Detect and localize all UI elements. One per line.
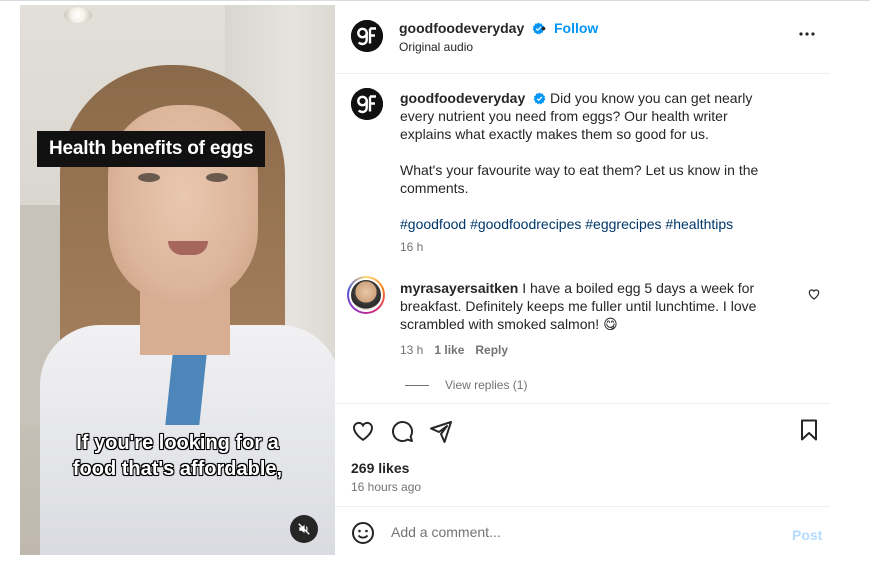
caption-hashtags[interactable]: #goodfood #goodfoodrecipes #eggrecipes #… [400, 215, 775, 233]
view-replies-button[interactable]: View replies (1) [405, 378, 527, 392]
header-username-text[interactable]: goodfoodeveryday [399, 20, 524, 36]
post-date: 16 hours ago [351, 480, 422, 494]
comment-icon [392, 421, 414, 443]
view-replies-text[interactable]: View replies (1) [445, 378, 527, 392]
bookmark-icon [801, 419, 817, 441]
commenter-avatar[interactable] [347, 276, 385, 314]
video-title-overlay: Health benefits of eggs [37, 131, 266, 167]
video-person-eye [138, 173, 160, 182]
action-bar [351, 418, 453, 444]
video-title-text: Health benefits of eggs [49, 138, 254, 159]
comment-username[interactable]: myrasayersaitken [400, 280, 518, 296]
like-button[interactable] [351, 419, 375, 443]
account-avatar[interactable] [351, 20, 383, 52]
original-audio-link[interactable]: Original audio [399, 40, 473, 54]
emoji-icon [352, 522, 374, 544]
comment-button[interactable] [390, 419, 414, 443]
heart-icon [352, 421, 374, 441]
share-button[interactable] [429, 419, 453, 443]
mute-icon [298, 523, 310, 535]
post-caption: goodfoodeveryday Did you know you can ge… [400, 89, 775, 251]
commenter-photo [351, 280, 381, 310]
save-button[interactable] [797, 418, 821, 442]
composer-divider [335, 506, 830, 507]
comment-input[interactable] [391, 524, 751, 540]
goodfood-logo-icon [351, 88, 383, 120]
caption-timestamp: 16 h [400, 240, 424, 254]
comments-divider [335, 403, 830, 404]
comment-time: 13 h [400, 343, 424, 357]
more-options-button[interactable] [797, 24, 817, 44]
header-separator: • [541, 20, 546, 36]
header-divider [335, 73, 830, 74]
mute-button[interactable] [290, 515, 318, 543]
comment-reply-button[interactable]: Reply [475, 343, 508, 357]
video-person-eye [206, 173, 228, 182]
header-username[interactable]: goodfoodeveryday [399, 20, 545, 36]
like-count[interactable]: 269 likes [351, 460, 409, 476]
view-replies-line [405, 384, 429, 386]
follow-button[interactable]: Follow [554, 20, 598, 36]
caption-avatar[interactable] [351, 88, 383, 120]
post-comment-button[interactable]: Post [792, 527, 822, 543]
emoji-button[interactable] [351, 521, 375, 545]
video-subtitle-line: If you're looking for a [76, 432, 279, 454]
comment-like-icon[interactable] [807, 287, 821, 301]
video-ceiling-light [64, 7, 92, 23]
post-panel: goodfoodeveryday • Follow Original audio… [335, 0, 830, 562]
caption-username[interactable]: goodfoodeveryday [400, 90, 525, 106]
caption-question: What's your favourite way to eat them? L… [400, 162, 759, 196]
more-options-icon [799, 32, 815, 36]
comment: myrasayersaitken I have a boiled egg 5 d… [400, 279, 780, 333]
share-icon [430, 421, 452, 443]
comment-likes[interactable]: 1 like [434, 343, 464, 357]
comment-meta: 13 h 1 like Reply [400, 343, 508, 357]
verified-badge-icon [533, 92, 546, 105]
video-subtitle: If you're looking for a food that's affo… [20, 430, 335, 482]
video-subtitle-line: food that's affordable, [72, 458, 283, 480]
goodfood-logo-icon [351, 20, 383, 52]
